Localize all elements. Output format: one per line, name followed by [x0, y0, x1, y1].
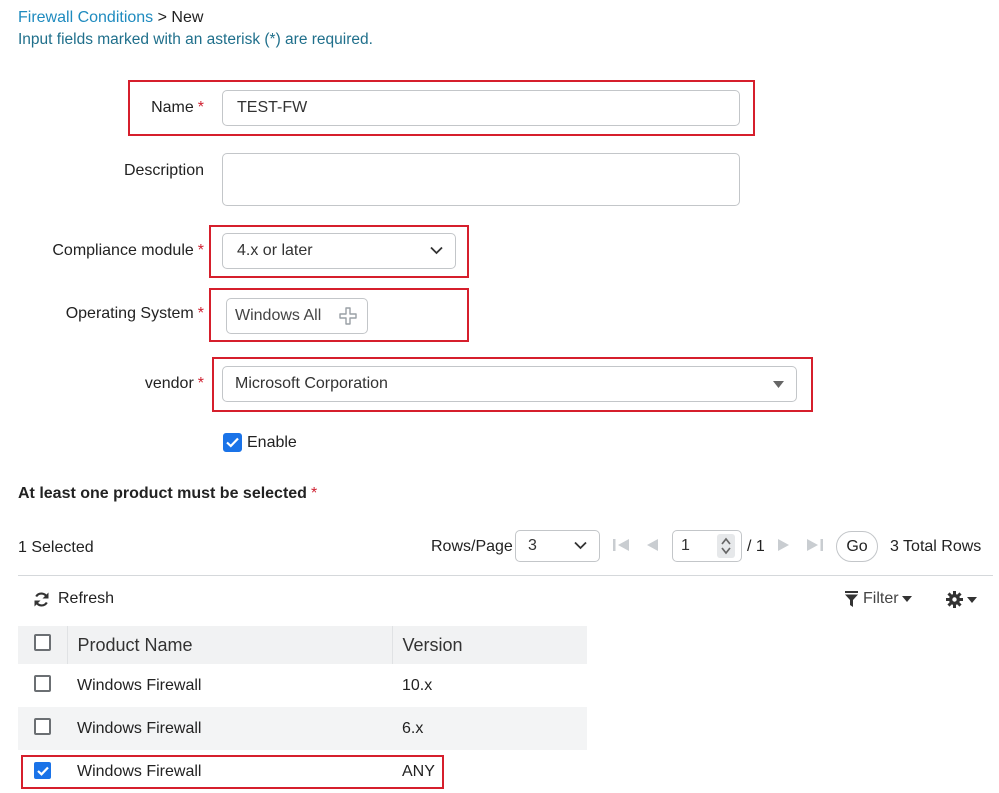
operating-system-chip[interactable]: Windows All	[226, 298, 368, 334]
products-heading: At least one product must be selected *	[18, 485, 318, 502]
page-number-spinner[interactable]: 1	[672, 530, 742, 562]
selected-row-highlight-box	[21, 755, 444, 789]
table-header-row: Product Name Version	[18, 626, 587, 664]
select-all-checkbox[interactable]	[34, 634, 51, 651]
next-page-icon[interactable]	[777, 538, 791, 557]
filter-icon	[845, 590, 858, 608]
row-checkbox[interactable]	[34, 717, 51, 735]
compliance-module-value: 4.x or later	[237, 242, 313, 259]
settings-menu-button[interactable]	[946, 591, 977, 608]
table-row[interactable]: Windows Firewall 10.x	[18, 664, 587, 707]
column-header-product-name[interactable]: Product Name	[66, 626, 392, 664]
refresh-icon	[33, 591, 50, 608]
version-cell: 6.x	[392, 707, 587, 750]
first-page-icon[interactable]	[612, 538, 630, 557]
vendor-value: Microsoft Corporation	[235, 375, 388, 392]
required-note: Input fields marked with an asterisk (*)…	[18, 31, 373, 48]
total-rows: 3 Total Rows	[890, 538, 982, 555]
row-checkbox[interactable]	[34, 674, 51, 692]
spinner-icon[interactable]	[717, 534, 735, 558]
enable-label: Enable	[247, 433, 297, 451]
chevron-down-icon	[574, 537, 587, 555]
name-label: Name *	[151, 99, 204, 116]
name-input[interactable]: TEST-FW	[222, 90, 740, 126]
checkmark-icon	[226, 437, 239, 448]
description-textarea[interactable]	[222, 153, 740, 206]
prev-page-icon[interactable]	[645, 538, 659, 557]
refresh-button[interactable]: Refresh	[33, 590, 114, 608]
breadcrumb-separator: >	[153, 9, 172, 26]
version-cell: 10.x	[402, 676, 433, 694]
gear-icon	[946, 591, 963, 608]
caret-down-icon	[967, 596, 977, 603]
rows-per-page-value: 3	[528, 537, 537, 554]
compliance-module-label: Compliance module *	[52, 242, 204, 259]
column-header-version[interactable]: Version	[391, 626, 587, 664]
table-row[interactable]: Windows Firewall 6.x	[18, 707, 587, 750]
name-input-value: TEST-FW	[237, 99, 308, 116]
page-number-value: 1	[681, 537, 690, 554]
breadcrumb-link-firewall-conditions[interactable]: Firewall Conditions	[18, 9, 153, 26]
filter-button[interactable]: Filter	[845, 590, 912, 608]
operating-system-value: Windows All	[235, 307, 322, 324]
compliance-module-select[interactable]: 4.x or later	[222, 233, 456, 269]
last-page-icon[interactable]	[806, 538, 824, 557]
refresh-label: Refresh	[58, 590, 115, 607]
plus-icon[interactable]	[339, 307, 357, 325]
rows-per-page-label: Rows/Page	[431, 538, 513, 555]
breadcrumb-current: New	[171, 9, 204, 26]
enable-checkbox[interactable]	[223, 433, 242, 452]
go-button[interactable]: Go	[836, 531, 878, 562]
toolbar-divider	[18, 575, 993, 576]
filter-label: Filter	[863, 590, 899, 607]
select-all-cell	[18, 626, 67, 664]
product-name-cell: Windows Firewall	[77, 676, 202, 694]
breadcrumb: Firewall Conditions > New	[18, 9, 203, 27]
caret-down-icon	[901, 596, 912, 602]
selected-count: 1 Selected	[18, 539, 94, 556]
enable-checkbox-row[interactable]: Enable	[223, 433, 297, 452]
operating-system-label: Operating System *	[65, 305, 204, 322]
product-name-cell: Windows Firewall	[67, 707, 392, 750]
vendor-select[interactable]: Microsoft Corporation	[222, 366, 797, 402]
vendor-label: vendor *	[144, 375, 204, 392]
description-label: Description	[123, 162, 204, 179]
chevron-down-icon	[430, 242, 443, 260]
total-pages: / 1	[747, 538, 765, 555]
rows-per-page-select[interactable]: 3	[515, 530, 600, 562]
caret-down-icon	[773, 375, 784, 393]
